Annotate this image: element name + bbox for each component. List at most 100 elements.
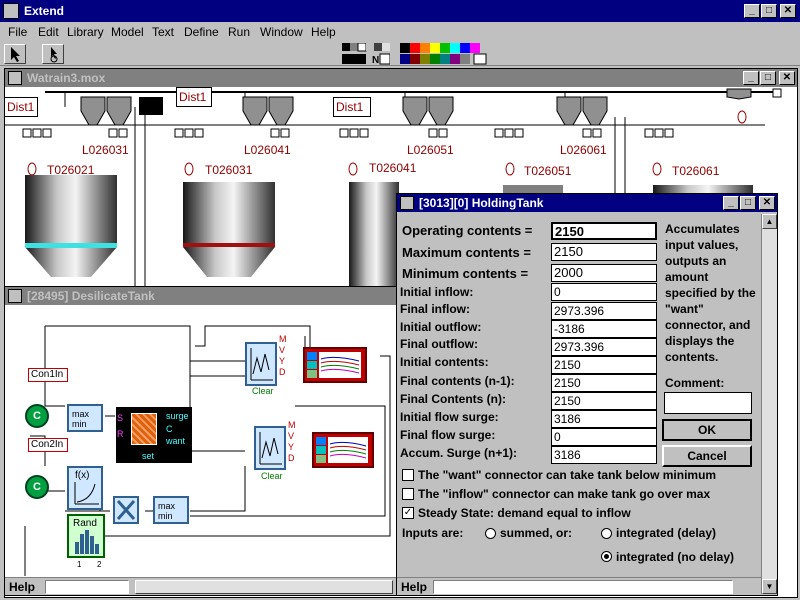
radio-summed[interactable] (485, 528, 496, 539)
model-window-titlebar[interactable]: Watrain3.mox _ □ ✕ (5, 69, 797, 87)
plot-graph-1 (307, 352, 361, 378)
tank-label-4: T026051 (524, 164, 572, 178)
desilicate-hscrollbar[interactable] (135, 580, 393, 594)
constant-block-1[interactable]: C (25, 404, 49, 428)
label-final-inflow: Final inflow: (400, 302, 470, 316)
scroll-down-arrow-icon[interactable]: ▼ (762, 579, 777, 594)
holding-tank-icon (131, 413, 157, 445)
menu-define[interactable]: Define (184, 25, 219, 39)
menu-model[interactable]: Model (111, 25, 144, 39)
radio-integrated-no-delay-label: integrated (no delay) (616, 550, 735, 564)
port-s: S (117, 413, 124, 423)
field-final-contents-n1: 2150 (551, 374, 657, 392)
menu-window[interactable]: Window (260, 25, 303, 39)
checkbox-steady-state[interactable]: ✓ (402, 507, 414, 519)
field-minimum-contents[interactable]: 2000 (551, 264, 657, 282)
menu-file[interactable]: File (8, 25, 27, 39)
pattern-palette[interactable]: N (342, 42, 391, 66)
clear-label-1[interactable]: Clear (252, 386, 274, 396)
plotter-icon-2 (259, 432, 282, 465)
line-label-4: L026061 (560, 143, 607, 157)
plot-window-2[interactable] (312, 432, 374, 468)
radio-integrated-delay[interactable] (601, 528, 612, 539)
arrow-tool-icon[interactable] (4, 44, 26, 64)
label-final-contents-n1: Final contents (n-1): (400, 374, 515, 388)
dialog-maximize-button[interactable]: □ (740, 196, 756, 210)
svg-text:N: N (372, 55, 379, 65)
desilicate-window-icon (8, 289, 22, 303)
function-block[interactable]: f(x) (67, 466, 103, 510)
plot-port-labels-2: M V Y D (288, 420, 296, 464)
plotter-block-2[interactable] (254, 426, 286, 470)
plot-port-labels-1: M V Y D (279, 334, 287, 378)
cancel-button[interactable]: Cancel (662, 445, 752, 467)
constant-label-2: C (33, 481, 41, 493)
multiply-block[interactable] (113, 496, 139, 524)
menu-text[interactable]: Text (152, 25, 174, 39)
label-initial-contents: Initial contents: (400, 355, 489, 369)
field-maximum-contents[interactable]: 2150 (551, 243, 657, 261)
dist-box-2[interactable]: Dist1 (176, 87, 212, 107)
dialog-titlebar[interactable]: [3013][0] HoldingTank _ □ ✕ (397, 194, 777, 212)
maxmin-block-1[interactable]: max min (67, 404, 103, 432)
clear-label-2[interactable]: Clear (261, 471, 283, 481)
menu-help[interactable]: Help (311, 25, 336, 39)
color-palette[interactable] (400, 43, 488, 65)
checkbox-inflow-over-max[interactable] (402, 488, 414, 500)
plotter-block-1[interactable] (245, 342, 277, 386)
model-window-icon (8, 71, 22, 85)
plot-port-m-1: M (279, 334, 287, 344)
radio-integrated-no-delay[interactable] (601, 551, 612, 562)
label-minimum-contents: Minimum contents = (402, 266, 529, 281)
checkbox-steady-state-label: Steady State: demand equal to inflow (418, 506, 631, 520)
function-label: f(x) (75, 470, 90, 481)
close-button[interactable]: ✕ (780, 4, 796, 18)
dialog-minimize-button[interactable]: _ (723, 196, 739, 210)
tank-label-5: T026061 (672, 164, 720, 178)
checkbox-want-below-min[interactable] (402, 469, 414, 481)
plot-window-1[interactable] (303, 347, 367, 383)
comment-input[interactable] (664, 392, 752, 414)
dialog-help-button[interactable]: Help (401, 580, 427, 594)
menu-library[interactable]: Library (67, 25, 104, 39)
maximize-button[interactable]: □ (761, 4, 777, 18)
label-maximum-contents: Maximum contents = (402, 245, 531, 260)
port-num-1: 1 (77, 560, 82, 569)
inputs-are-label: Inputs are: (402, 526, 464, 540)
field-operating-contents[interactable]: 2150 (551, 222, 657, 240)
con1-in-label[interactable]: Con1In (28, 368, 68, 382)
plot-port-d-1: D (279, 367, 286, 377)
model-maximize-button[interactable]: □ (760, 71, 776, 85)
desilicate-titlebar[interactable]: [28495] DesilicateTank (5, 287, 397, 305)
field-accum-surge: 3186 (551, 446, 657, 464)
label-final-outflow: Final outflow: (400, 337, 478, 351)
maxmin-block-2[interactable]: max min (153, 496, 189, 524)
model-close-button[interactable]: ✕ (779, 71, 795, 85)
scroll-up-arrow-icon[interactable]: ▲ (762, 214, 777, 229)
plotter-icon-1 (250, 348, 273, 381)
field-final-flow-surge: 0 (551, 428, 657, 446)
menu-run[interactable]: Run (228, 25, 250, 39)
field-initial-flow-surge: 3186 (551, 410, 657, 428)
dialog-close-button[interactable]: ✕ (759, 196, 775, 210)
dist-box-1[interactable]: Dist1 (4, 97, 38, 117)
desilicate-help-button[interactable]: Help (9, 580, 35, 594)
constant-block-2[interactable]: C (25, 475, 49, 499)
dist-box-3[interactable]: Dist1 (333, 97, 371, 117)
rand-block[interactable]: Rand (67, 514, 105, 558)
plot-port-v-2: V (288, 431, 295, 441)
dialog-vscrollbar[interactable]: ▲ ▼ (761, 214, 777, 594)
line-label-1: L026031 (82, 143, 129, 157)
connector-tool-icon[interactable] (42, 44, 64, 64)
menu-edit[interactable]: Edit (38, 25, 59, 39)
model-minimize-button[interactable]: _ (743, 71, 759, 85)
dialog-statusbar: Help (397, 577, 761, 595)
ok-button[interactable]: OK (662, 419, 752, 441)
holding-tank-block[interactable]: S R surge C want set (116, 407, 192, 463)
minimize-button[interactable]: _ (744, 4, 760, 18)
model-window-title: Watrain3.mox (27, 71, 106, 85)
port-set: set (142, 451, 155, 461)
line-label-3: L026051 (407, 143, 454, 157)
con2-in-label[interactable]: Con2In (28, 438, 68, 452)
dialog-title: [3013][0] HoldingTank (419, 196, 544, 210)
